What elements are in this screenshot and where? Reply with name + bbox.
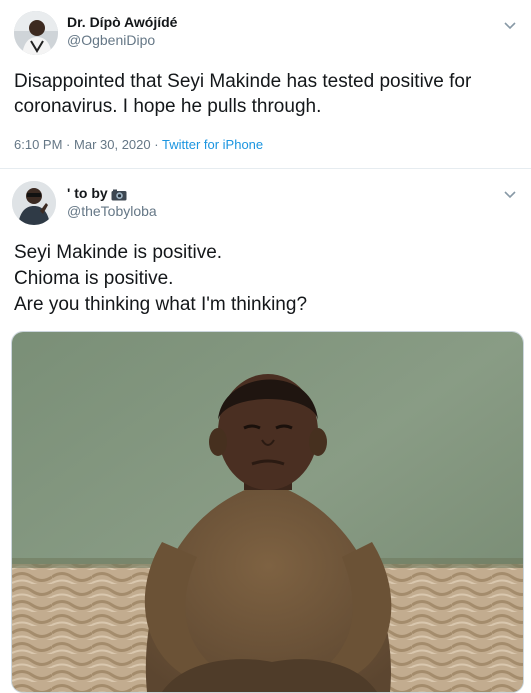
display-name-row[interactable]: ' to by: [67, 184, 157, 202]
meta-separator: ·: [154, 137, 159, 152]
photo-boy-sitting: [12, 332, 523, 692]
user-info-tobyloba[interactable]: ' to by @theTobyloba: [67, 184, 157, 220]
tweet-text-line: Are you thinking what I'm thinking?: [14, 294, 308, 315]
display-name[interactable]: ' to by: [67, 184, 108, 202]
camera-emoji-icon: [111, 187, 127, 201]
user-handle[interactable]: @theTobyloba: [67, 202, 157, 220]
tweet-dipo: Dr. Dípò Awójídé @OgbeniDipo Disappointe…: [0, 0, 531, 168]
user-info-dipo[interactable]: Dr. Dípò Awójídé @OgbeniDipo: [67, 13, 177, 49]
tweet-tobyloba: ' to by @theTobyloba Seyi Makinde is pos…: [0, 169, 531, 693]
meta-separator: ·: [66, 137, 71, 152]
tweet-meta: 6:10 PM · Mar 30, 2020 · Twitter for iPh…: [14, 137, 263, 153]
user-handle[interactable]: @OgbeniDipo: [67, 31, 177, 49]
display-name[interactable]: Dr. Dípò Awójídé: [67, 13, 177, 31]
tweet-text: Seyi Makinde is positive. Chioma is posi…: [14, 240, 517, 318]
chevron-down-icon[interactable]: [503, 18, 517, 32]
tweet-text-line: Chioma is positive.: [14, 268, 174, 289]
tweet-text: Disappointed that Seyi Makinde has teste…: [14, 71, 472, 117]
tweet-source-link[interactable]: Twitter for iPhone: [162, 137, 263, 152]
tweet-text-line: Seyi Makinde is positive.: [14, 242, 223, 263]
avatar-dipo[interactable]: [14, 11, 58, 55]
tweet-time[interactable]: 6:10 PM: [14, 137, 62, 152]
tweet-date[interactable]: Mar 30, 2020: [74, 137, 151, 152]
avatar-tobyloba[interactable]: [12, 181, 56, 225]
tweet-media-photo[interactable]: [11, 331, 524, 693]
chevron-down-icon[interactable]: [503, 187, 517, 201]
